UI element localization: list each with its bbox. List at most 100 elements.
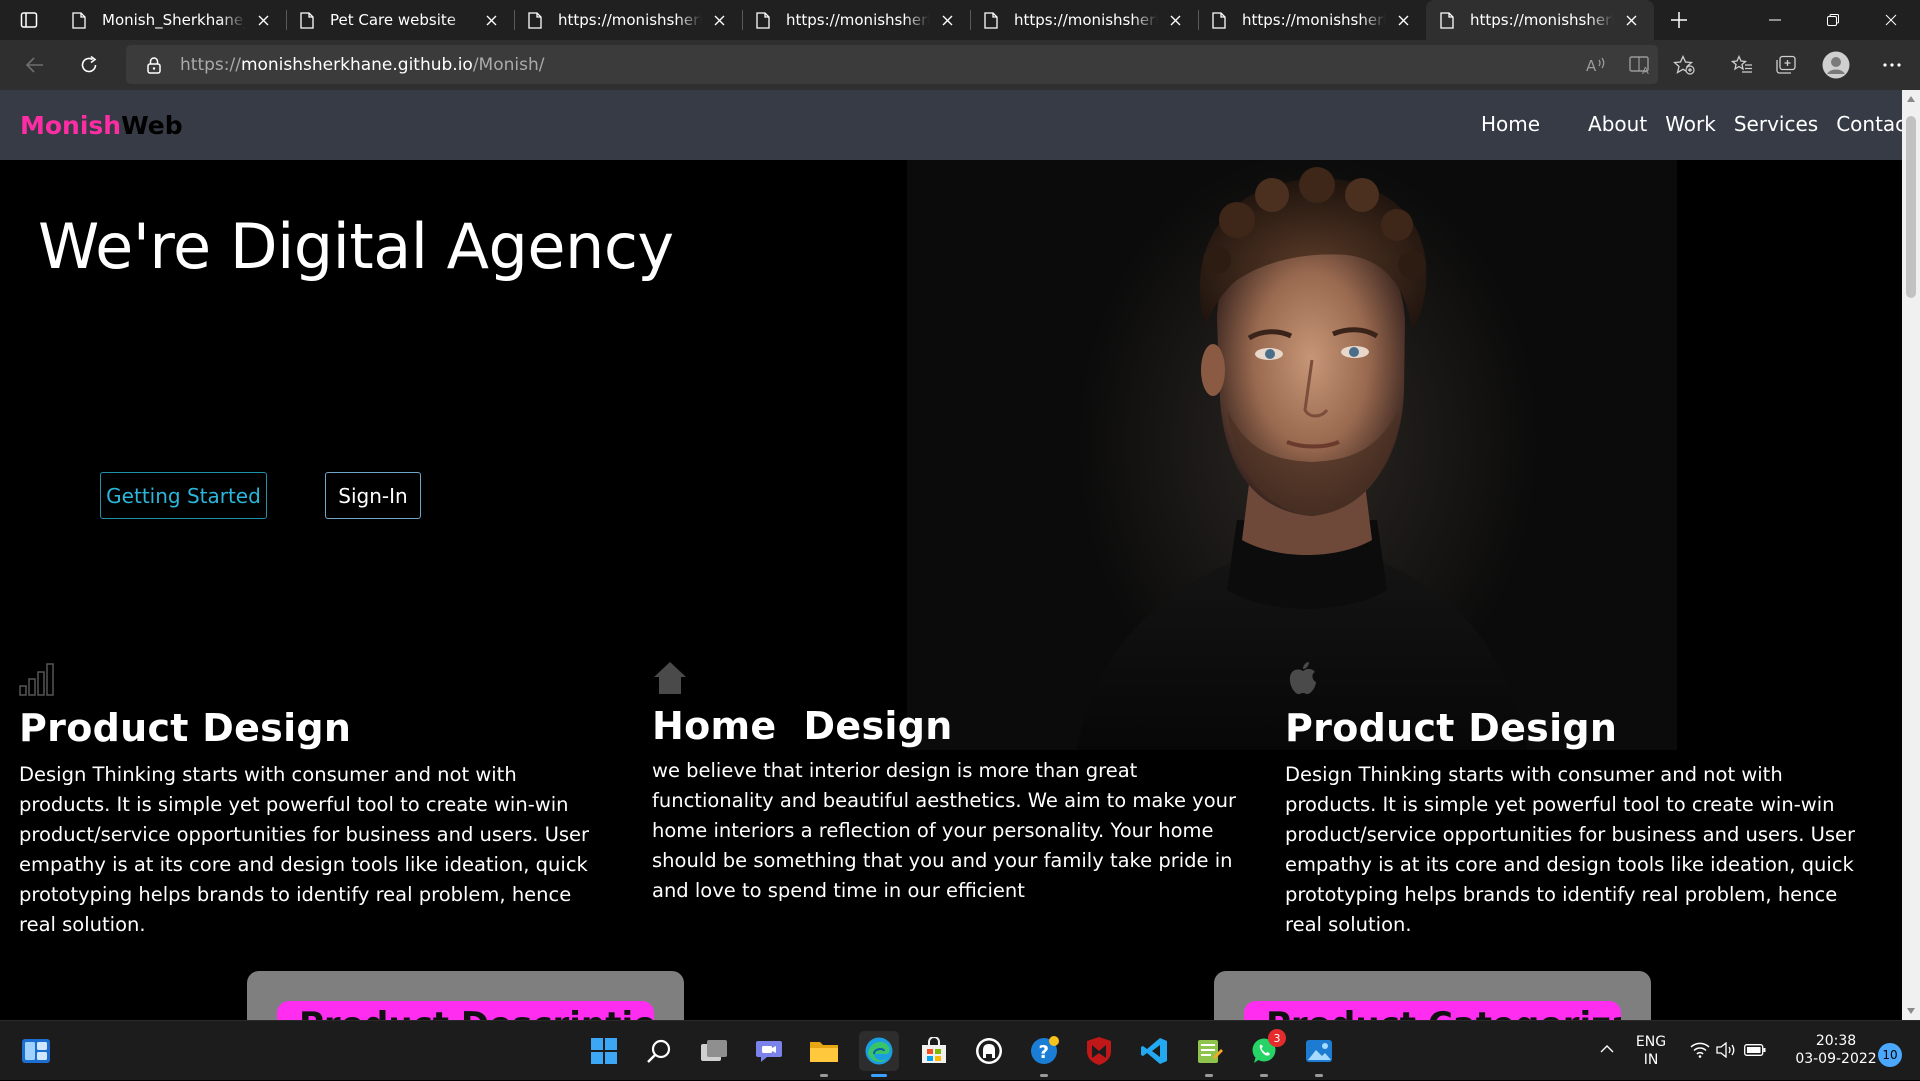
wifi-icon[interactable] (1690, 1042, 1710, 1058)
favorites-icon (1731, 55, 1752, 73)
windows-taskbar: ? 3 ENG IN 20:38 03-09-2022 10 (0, 1020, 1920, 1080)
close-tab-icon[interactable] (936, 9, 958, 31)
nav-link-work[interactable]: Work (1665, 112, 1716, 136)
read-aloud-icon: A (1586, 57, 1605, 75)
github-icon (976, 1038, 1002, 1064)
windows-icon (591, 1038, 617, 1064)
close-window-button[interactable] (1862, 0, 1920, 40)
apple-icon (1289, 662, 1316, 695)
close-tab-icon[interactable] (1392, 9, 1414, 31)
new-tab-button[interactable] (1654, 0, 1704, 40)
svg-text:?: ? (1039, 1042, 1049, 1063)
page-icon (1212, 11, 1226, 29)
close-tab-icon[interactable] (708, 9, 730, 31)
nav-link-home[interactable]: Home (1481, 112, 1540, 136)
collections-button[interactable] (1764, 45, 1808, 85)
photos-button[interactable] (1299, 1031, 1339, 1077)
tab-title: https://monishsherkhane.github.io (1242, 11, 1386, 29)
language-indicator[interactable]: ENG IN (1633, 1033, 1669, 1069)
nav-link-about[interactable]: About (1588, 112, 1647, 136)
nav-links: Home About Work Services Contact (1463, 112, 1902, 136)
tab-title: https://monishsherkhane.github.io (1470, 11, 1614, 29)
feature-title: Product Design (1285, 706, 1618, 750)
tab-actions-icon (20, 12, 38, 28)
browser-tab[interactable]: https://monishsherkhane.github.io (1198, 0, 1426, 40)
card-heading-pill: Product Descriptions (277, 1001, 654, 1020)
immersive-reader-icon: A (1629, 56, 1649, 75)
back-button[interactable] (8, 45, 62, 85)
notepad-button[interactable] (1189, 1031, 1229, 1077)
getting-started-button[interactable]: Getting Started (100, 472, 267, 519)
refresh-icon (81, 55, 97, 73)
sign-in-button[interactable]: Sign-In (325, 472, 421, 519)
feature-title: Home Design (652, 704, 953, 748)
restore-button[interactable] (1804, 0, 1862, 40)
close-tab-icon[interactable] (252, 9, 274, 31)
favorites-button[interactable] (1720, 45, 1764, 85)
profile-button[interactable] (1808, 45, 1864, 85)
browser-toolbar: https://monishsherkhane.github.io/Monish… (0, 40, 1920, 90)
bar-chart-icon (19, 663, 54, 696)
card-heading: Product Descriptions (299, 1005, 654, 1020)
immersive-reader-button[interactable]: A (1618, 45, 1662, 85)
vscode-button[interactable] (1134, 1031, 1174, 1071)
browser-tab[interactable]: Pet Care website (286, 0, 514, 40)
card-product-descriptions[interactable]: Product Descriptions (247, 971, 684, 1020)
browser-tab[interactable]: https://monishsherkhane.github.io (1426, 0, 1654, 40)
system-tray: ENG IN 20:38 03-09-2022 10 (1600, 1021, 1920, 1081)
address-bar[interactable]: https://monishsherkhane.github.io/Monish… (126, 45, 1658, 84)
widgets-button[interactable] (16, 1031, 56, 1071)
chevron-up-icon[interactable] (1600, 1044, 1614, 1054)
scroll-down-icon[interactable] (1902, 1004, 1920, 1018)
scroll-thumb[interactable] (1906, 116, 1916, 298)
edge-icon (865, 1037, 893, 1065)
notification-count-badge[interactable]: 10 (1878, 1043, 1902, 1067)
read-aloud-button[interactable]: A (1574, 45, 1618, 85)
edge-button[interactable] (859, 1031, 899, 1077)
whatsapp-button[interactable]: 3 (1244, 1029, 1286, 1077)
minimize-button[interactable] (1746, 0, 1804, 40)
search-icon (647, 1039, 671, 1063)
browser-tab[interactable]: https://monishsherkhane.github.io (970, 0, 1198, 40)
help-app-button[interactable]: ? (1024, 1031, 1064, 1077)
clock[interactable]: 20:38 03-09-2022 (1790, 1032, 1882, 1068)
browser-tab[interactable]: https://monishsherkhane.github.io (742, 0, 970, 40)
page-scrollbar[interactable] (1902, 90, 1920, 1020)
speaker-icon[interactable] (1716, 1042, 1736, 1058)
settings-menu-button[interactable] (1864, 45, 1920, 85)
close-tab-icon[interactable] (1620, 9, 1642, 31)
github-desktop-button[interactable] (969, 1031, 1009, 1071)
notepad-icon (1198, 1040, 1223, 1063)
tab-title: https://monishsherkhane.github.io (1014, 11, 1158, 29)
teams-chat-button[interactable] (749, 1031, 789, 1071)
search-button[interactable] (639, 1031, 679, 1071)
feature-home-design: Home Design we believe that interior des… (652, 660, 1242, 906)
feature-title: Product Design (19, 706, 352, 750)
add-favorite-button[interactable] (1662, 45, 1706, 85)
page-icon (756, 11, 770, 29)
start-button[interactable] (584, 1031, 624, 1071)
site-navbar: MonishWeb Home About Work Services Conta… (0, 90, 1902, 160)
close-tab-icon[interactable] (480, 9, 502, 31)
mcafee-button[interactable] (1079, 1031, 1119, 1071)
browser-tab[interactable]: Monish_Sherkhane_portfolio (58, 0, 286, 40)
store-button[interactable] (914, 1031, 954, 1071)
close-tab-icon[interactable] (1164, 9, 1186, 31)
tab-title: https://monishsherkhane.github.io (558, 11, 702, 29)
battery-icon[interactable] (1744, 1044, 1766, 1056)
card-product-categorization[interactable]: Product Categorization (1214, 971, 1651, 1020)
browser-tab[interactable]: https://monishsherkhane.github.io (514, 0, 742, 40)
nav-link-services[interactable]: Services (1734, 112, 1818, 136)
task-view-button[interactable] (694, 1031, 734, 1071)
tab-actions-button[interactable] (0, 0, 58, 40)
site-logo[interactable]: MonishWeb (20, 111, 183, 140)
feature-product-design-2: Product Design Design Thinking starts wi… (1285, 660, 1875, 940)
card-heading: Product Categorization (1266, 1005, 1621, 1020)
lock-icon (147, 56, 161, 74)
file-explorer-button[interactable] (804, 1031, 844, 1077)
scroll-up-icon[interactable] (1902, 92, 1920, 106)
nav-link-contact[interactable]: Contact (1836, 112, 1902, 136)
page-viewport: MonishWeb Home About Work Services Conta… (0, 90, 1902, 1020)
refresh-button[interactable] (62, 45, 116, 85)
tab-title: Pet Care website (330, 11, 456, 29)
